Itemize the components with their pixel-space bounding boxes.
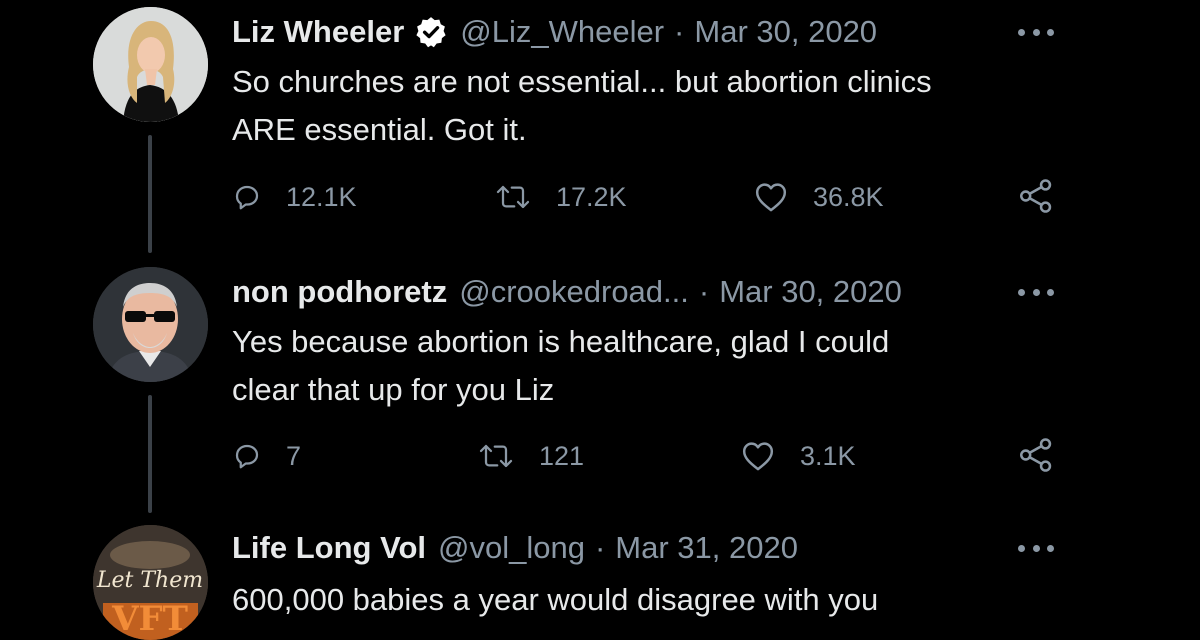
avatar-photo-woman-icon bbox=[93, 7, 208, 122]
tweet-non-podhoretz[interactable]: non podhoretz @crookedroad... · Mar 30, … bbox=[0, 260, 1200, 520]
thread-connector bbox=[148, 395, 152, 513]
like-button[interactable]: 36.8K bbox=[753, 175, 884, 219]
more-options-icon[interactable] bbox=[1018, 24, 1054, 40]
separator-dot: · bbox=[698, 274, 710, 309]
like-button[interactable]: 3.1K bbox=[740, 434, 856, 478]
handle[interactable]: @Liz_Wheeler bbox=[460, 14, 664, 50]
avatar[interactable]: Let Them VFT bbox=[93, 525, 208, 640]
tweet-header: non podhoretz @crookedroad... · Mar 30, … bbox=[232, 270, 902, 314]
tweet-text-line: Yes because abortion is healthcare, glad… bbox=[232, 324, 890, 359]
display-name[interactable]: Liz Wheeler bbox=[232, 14, 404, 50]
retweet-count: 121 bbox=[539, 440, 585, 471]
retweet-icon bbox=[496, 185, 530, 209]
tweet-text-line: 600,000 babies a year would disagree wit… bbox=[232, 582, 879, 617]
more-options-icon[interactable] bbox=[1018, 284, 1054, 300]
tweet-actions: 7 121 3.1K bbox=[232, 434, 1062, 478]
reply-count: 7 bbox=[286, 440, 302, 471]
avatar[interactable] bbox=[93, 7, 208, 122]
timestamp[interactable]: Mar 30, 2020 bbox=[694, 14, 877, 50]
tweet-text: So churches are not essential... but abo… bbox=[232, 58, 1052, 154]
separator-dot: · bbox=[594, 530, 606, 565]
retweet-button[interactable]: 17.2K bbox=[494, 175, 627, 219]
timestamp[interactable]: Mar 31, 2020 bbox=[615, 530, 798, 566]
avatar-badge: VFT bbox=[111, 599, 188, 639]
thread-connector bbox=[148, 135, 152, 253]
like-count: 3.1K bbox=[800, 440, 856, 471]
separator-dot: · bbox=[674, 14, 685, 49]
tweet-actions: 12.1K 17.2K 36.8K bbox=[232, 175, 1062, 219]
reply-count: 12.1K bbox=[286, 181, 357, 212]
tweet-text-line: ARE essential. Got it. bbox=[232, 112, 527, 147]
retweet-button[interactable]: 121 bbox=[477, 434, 584, 478]
tweet-liz-wheeler[interactable]: Liz Wheeler @Liz_Wheeler · Mar 30, 2020 … bbox=[0, 0, 1200, 260]
retweet-icon bbox=[479, 444, 513, 468]
handle[interactable]: @vol_long bbox=[438, 530, 585, 566]
handle[interactable]: @crookedroad... bbox=[459, 274, 689, 310]
verified-badge-icon bbox=[416, 17, 446, 48]
avatar-text: Let Them bbox=[96, 568, 203, 593]
share-icon[interactable] bbox=[1017, 177, 1055, 215]
heart-icon bbox=[742, 442, 774, 471]
share-icon[interactable] bbox=[1017, 436, 1055, 474]
avatar[interactable] bbox=[93, 267, 208, 382]
like-count: 36.8K bbox=[813, 181, 884, 212]
reply-icon bbox=[235, 185, 259, 210]
display-name[interactable]: Life Long Vol bbox=[232, 530, 426, 566]
tweet-header: Liz Wheeler @Liz_Wheeler · Mar 30, 2020 bbox=[232, 10, 877, 54]
tweet-life-long-vol[interactable]: Let Them VFT Life Long Vol @vol_long · M… bbox=[0, 520, 1200, 640]
more-options-icon[interactable] bbox=[1018, 540, 1054, 556]
tweet-text-line: clear that up for you Liz bbox=[232, 372, 555, 407]
avatar-logo-let-them-icon: Let Them VFT bbox=[93, 525, 208, 640]
reply-icon bbox=[235, 444, 259, 469]
reply-thread: Liz Wheeler @Liz_Wheeler · Mar 30, 2020 … bbox=[0, 0, 1200, 640]
retweet-count: 17.2K bbox=[556, 181, 627, 212]
tweet-text-line: So churches are not essential... but abo… bbox=[232, 64, 932, 99]
reply-button[interactable]: 12.1K bbox=[232, 175, 357, 219]
heart-icon bbox=[755, 183, 787, 212]
display-name[interactable]: non podhoretz bbox=[232, 274, 447, 310]
tweet-text: 600,000 babies a year would disagree wit… bbox=[232, 576, 1052, 624]
reply-button[interactable]: 7 bbox=[232, 434, 301, 478]
tweet-header: Life Long Vol @vol_long · Mar 31, 2020 bbox=[232, 526, 798, 570]
avatar-photo-man-icon bbox=[93, 267, 208, 382]
tweet-text: Yes because abortion is healthcare, glad… bbox=[232, 318, 1052, 414]
timestamp[interactable]: Mar 30, 2020 bbox=[719, 274, 902, 310]
